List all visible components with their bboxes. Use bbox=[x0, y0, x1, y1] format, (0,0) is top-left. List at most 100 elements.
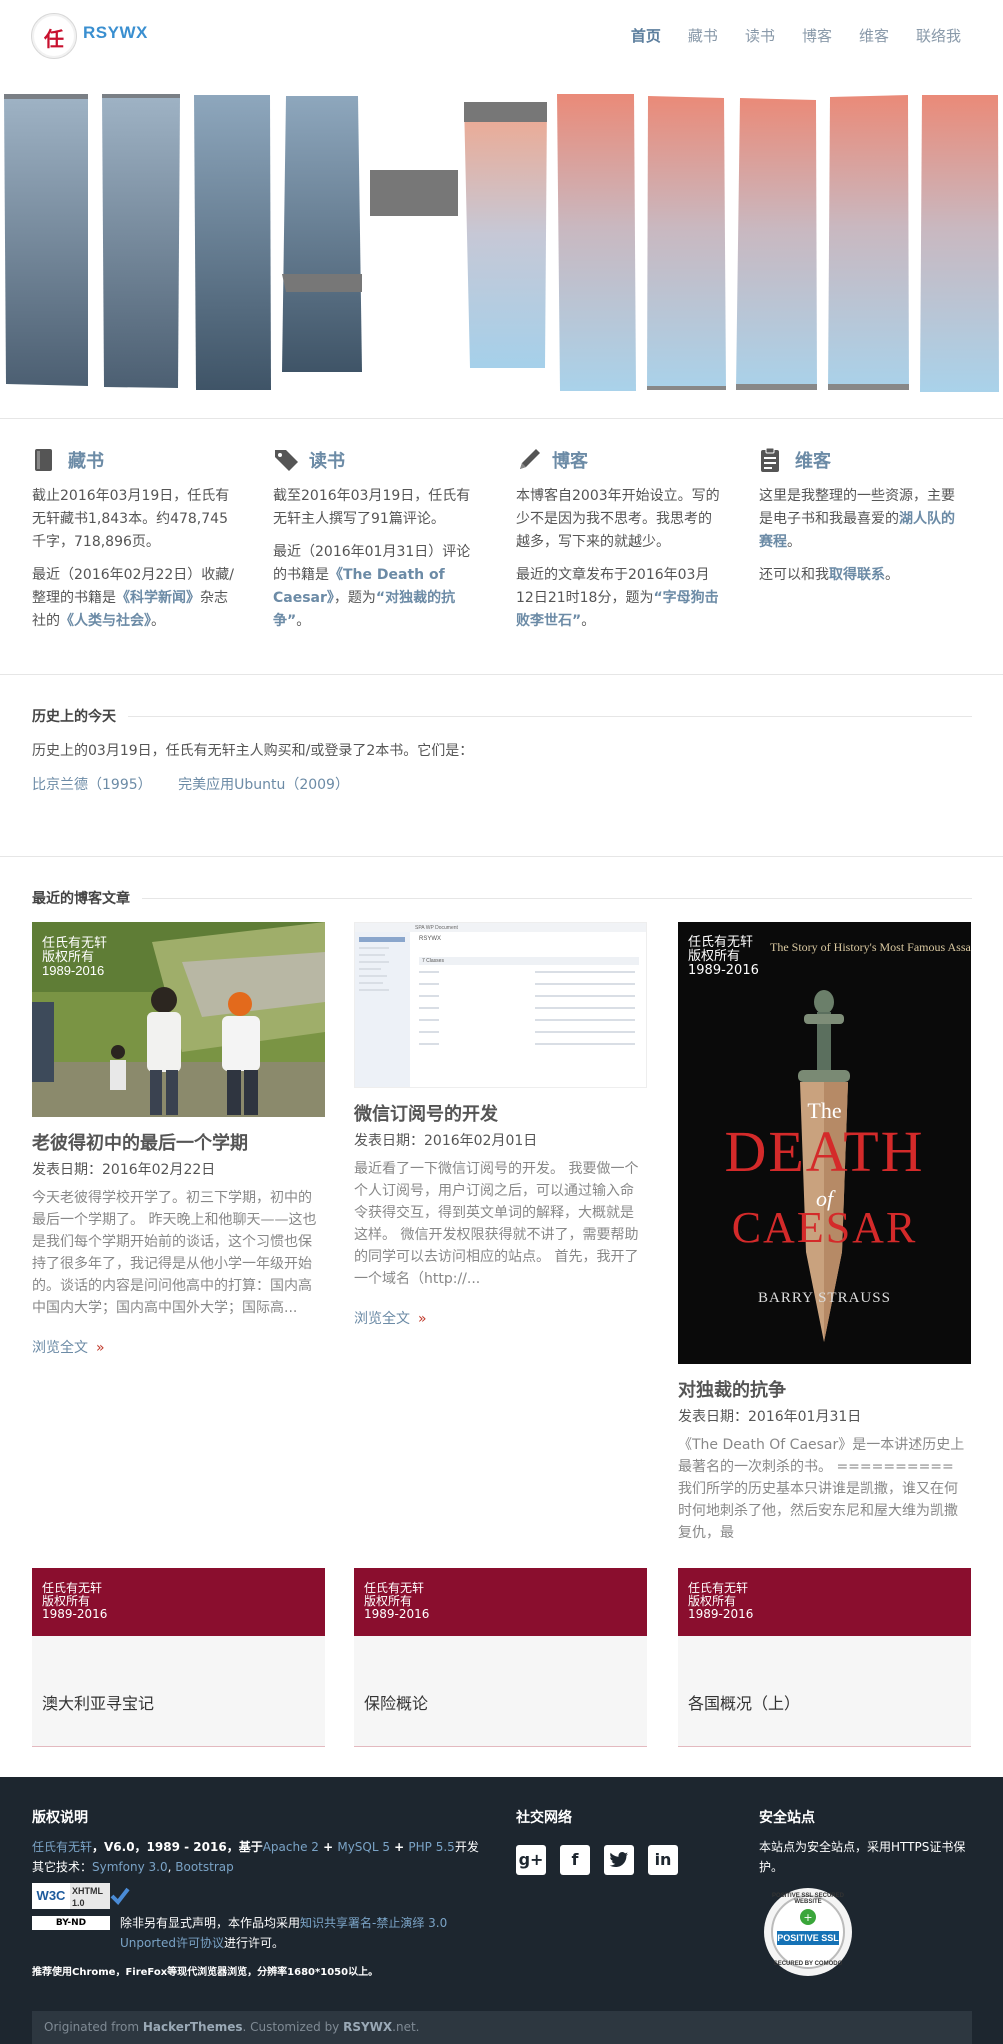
blog-post-card: 老彼得初中的最后一个学期 发表日期：2016年02月22日 今天老彼得学校开学了… bbox=[32, 922, 325, 1357]
banner-bar-10 bbox=[828, 95, 909, 390]
nav-item-reading[interactable]: 读书 bbox=[745, 25, 775, 46]
feature-text: 这里是我整理的一些资源，主要是电子书和我最喜爱的湖人队的赛程。 bbox=[759, 488, 955, 550]
banner-bar-8 bbox=[647, 96, 726, 390]
book-card[interactable]: 任氏有无轩 版权所有 1989-2016 澳大利亚寻宝记 bbox=[32, 1568, 325, 1747]
nav-item-collection[interactable]: 藏书 bbox=[688, 25, 718, 46]
ssl-seal[interactable]: + POSITIVE SSL SECURED WEBSITE POSITIVE … bbox=[763, 1887, 853, 1977]
linkedin-icon[interactable]: in bbox=[648, 1845, 678, 1875]
book-card[interactable]: 任氏有无轩 版权所有 1989-2016 各国概况（上） bbox=[678, 1568, 971, 1747]
card-watermark: 任氏有无轩 版权所有 1989-2016 bbox=[32, 1568, 325, 1636]
blog-post-card: 任氏有无轩 版权所有 1989-2016 The Story of Histor… bbox=[678, 922, 971, 1544]
facebook-icon[interactable]: f bbox=[560, 1845, 590, 1875]
site-name[interactable]: RSYWX bbox=[83, 23, 148, 43]
nav-item-wiki[interactable]: 维客 bbox=[859, 25, 889, 46]
book-card[interactable]: 任氏有无轩 版权所有 1989-2016 保险概论 bbox=[354, 1568, 647, 1747]
card-watermark: 任氏有无轩 版权所有 1989-2016 bbox=[678, 1568, 971, 1636]
feature-title[interactable]: 读书 bbox=[309, 447, 345, 473]
photo-watermark: 任氏有无轩 版权所有 1989-2016 bbox=[42, 935, 108, 978]
post-excerpt: 今天老彼得学校开学了。初三下学期，初中的最后一个学期了。 昨天晚上和他聊天——这… bbox=[32, 1190, 317, 1316]
card-title[interactable]: 保险概论 bbox=[364, 1690, 428, 1714]
feature-text: 本博客自2003年开始设立。写的少不是因为我不思考。我思考的越多，写下来的就越少… bbox=[516, 488, 720, 550]
banner-bar-2 bbox=[102, 95, 180, 388]
feature-text: 最近（2016年01月31日）评论的书籍是《The Death of Caesa… bbox=[273, 544, 471, 629]
footer-heading: 版权说明 bbox=[32, 1810, 88, 1826]
banner-bar-7 bbox=[557, 94, 636, 391]
feature-reading: 读书 截至2016年03月19日，任氏有无轩主人撰写了91篇评论。 最近（201… bbox=[273, 445, 478, 633]
footer-social: 社交网络 g+ f in bbox=[516, 1807, 678, 1875]
post-excerpt: 《The Death Of Caesar》是一本讲述历史上最著名的一次刺杀的书。… bbox=[678, 1437, 965, 1541]
license-text: BY-ND 除非另有显式声明，本作品均采用知识共享署名-禁止演绎 3.0 Unp… bbox=[32, 1913, 502, 1953]
pen-icon bbox=[516, 447, 542, 473]
divider bbox=[0, 856, 1003, 857]
nav-item-home[interactable]: 首页 bbox=[631, 25, 661, 46]
feature-collection: 藏书 截止2016年03月19日，任氏有无轩藏书1,843本。约478,745千… bbox=[32, 445, 237, 633]
cc-license-badge[interactable]: BY-ND bbox=[32, 1916, 110, 1930]
feature-title[interactable]: 维客 bbox=[795, 447, 831, 473]
post-title[interactable]: 老彼得初中的最后一个学期 bbox=[32, 1129, 325, 1155]
today-book-link[interactable]: 完美应用Ubuntu（2009） bbox=[178, 777, 349, 793]
feature-text: 截止2016年03月19日，任氏有无轩藏书1,843本。约478,745千字，7… bbox=[32, 488, 230, 550]
book-icon bbox=[32, 447, 58, 473]
divider bbox=[0, 418, 1003, 419]
feature-text: 最近的文章发布于2016年03月12日21时18分，题为“字母狗击败李世石”。 bbox=[516, 567, 719, 629]
post-date: 发表日期：2016年02月01日 bbox=[354, 1133, 538, 1149]
secure-text: 本站点为安全站点，采用HTTPS证书保护。 bbox=[759, 1840, 966, 1874]
contact-link[interactable]: 取得联系 bbox=[829, 567, 885, 583]
blog-post-card: SPA WP Document RSYWX 7 Classes 微信订阅号的开发… bbox=[354, 922, 647, 1328]
site-header: 任 RSYWX 首页 藏书 读书 博客 维客 联络我 bbox=[0, 0, 1003, 72]
latest-book-publisher-link[interactable]: 《科学新闻》 bbox=[116, 590, 200, 606]
today-books: 比京兰德（1995） 完美应用Ubuntu（2009） bbox=[32, 774, 371, 794]
check-icon bbox=[110, 1887, 130, 1906]
read-more-link[interactable]: 浏览全文» bbox=[354, 1308, 647, 1328]
banner-bar-3 bbox=[194, 95, 271, 390]
copyright-text: 任氏有无轩，V6.0，1989 - 2016，基于Apache 2 + MySQ… bbox=[32, 1840, 479, 1874]
today-heading: 历史上的今天 bbox=[32, 706, 972, 726]
latest-book-link[interactable]: 《人类与社会》 bbox=[60, 613, 151, 629]
site-footer: 版权说明 任氏有无轩，V6.0，1989 - 2016，基于Apache 2 +… bbox=[0, 1777, 1003, 2044]
today-text: 历史上的03月19日，任氏有无轩主人购买和/或登录了2本书。它们是： bbox=[32, 743, 474, 759]
site-link[interactable]: 任氏有无轩 bbox=[32, 1840, 92, 1854]
browser-note: 推荐使用Chrome，FireFox等现代浏览器浏览，分辨率1680*1050以… bbox=[32, 1967, 379, 1978]
feature-blog: 博客 本博客自2003年开始设立。写的少不是因为我不思考。我思考的越多，写下来的… bbox=[516, 445, 721, 633]
post-date: 发表日期：2016年02月22日 bbox=[32, 1162, 216, 1178]
logo-icon[interactable]: 任 bbox=[31, 13, 77, 59]
apache-link[interactable]: Apache 2 bbox=[263, 1840, 319, 1854]
hackerthemes-link[interactable]: HackerThemes bbox=[143, 2020, 243, 2034]
clipboard-icon bbox=[759, 447, 785, 473]
feature-text: 最近（2016年02月22日）收藏/整理的书籍是《科学新闻》杂志社的《人类与社会… bbox=[32, 567, 234, 629]
banner-bar-6 bbox=[464, 102, 547, 368]
hero-banner bbox=[0, 90, 1003, 400]
divider bbox=[0, 674, 1003, 675]
nav-item-blog[interactable]: 博客 bbox=[802, 25, 832, 46]
read-more-link[interactable]: 浏览全文» bbox=[32, 1337, 325, 1357]
card-title[interactable]: 澳大利亚寻宝记 bbox=[42, 1690, 154, 1714]
today-book-link[interactable]: 比京兰德（1995） bbox=[32, 777, 152, 793]
symfony-link[interactable]: Symfony 3.0 bbox=[92, 1860, 168, 1874]
feature-text: 截至2016年03月19日，任氏有无轩主人撰写了91篇评论。 bbox=[273, 488, 471, 527]
post-title[interactable]: 对独裁的抗争 bbox=[678, 1376, 971, 1402]
post-title[interactable]: 微信订阅号的开发 bbox=[354, 1100, 647, 1126]
rsywx-link[interactable]: RSYWX bbox=[343, 2020, 392, 2034]
banner-bar-9 bbox=[736, 98, 817, 390]
footer-heading: 安全站点 bbox=[759, 1810, 815, 1826]
svg-text:+: + bbox=[803, 1911, 812, 1924]
footer-copyright: 版权说明 任氏有无轩，V6.0，1989 - 2016，基于Apache 2 +… bbox=[32, 1807, 502, 1983]
bootstrap-link[interactable]: Bootstrap bbox=[175, 1860, 233, 1874]
card-watermark: 任氏有无轩 版权所有 1989-2016 bbox=[354, 1568, 647, 1636]
card-title[interactable]: 各国概况（上） bbox=[688, 1690, 800, 1714]
footer-secure: 安全站点 本站点为安全站点，采用HTTPS证书保护。 + POSITIVE SS… bbox=[759, 1807, 974, 1977]
main-nav: 首页 藏书 读书 博客 维客 联络我 bbox=[604, 25, 961, 46]
w3c-badge[interactable]: W3C XHTML 1.0 bbox=[32, 1883, 502, 1909]
banner-bar-11 bbox=[920, 95, 999, 392]
twitter-icon[interactable] bbox=[604, 1845, 634, 1875]
book-cover[interactable]: 任氏有无轩 版权所有 1989-2016 The Story of Histor… bbox=[678, 922, 971, 1364]
feature-title[interactable]: 藏书 bbox=[68, 447, 104, 473]
feature-title[interactable]: 博客 bbox=[552, 447, 588, 473]
mysql-link[interactable]: MySQL 5 bbox=[337, 1840, 390, 1854]
php-link[interactable]: PHP 5.5 bbox=[408, 1840, 454, 1854]
post-date: 发表日期：2016年01月31日 bbox=[678, 1409, 862, 1425]
google-plus-icon[interactable]: g+ bbox=[516, 1845, 546, 1875]
nav-item-contact[interactable]: 联络我 bbox=[916, 25, 961, 46]
post-screenshot[interactable]: SPA WP Document RSYWX 7 Classes bbox=[354, 922, 647, 1088]
footer-credits: Originated from HackerThemes. Customized… bbox=[32, 2011, 972, 2044]
